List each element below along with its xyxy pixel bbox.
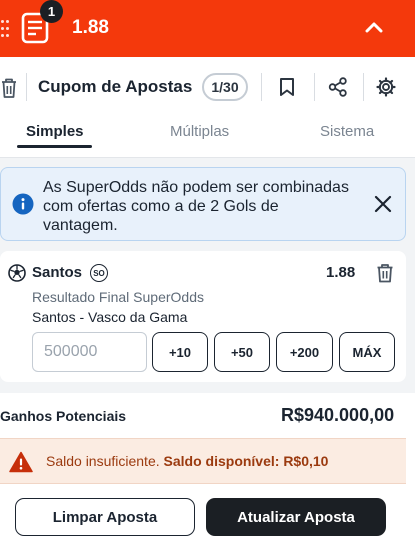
- selection-card: Santos SO 1.88 Resultado Final SuperOdds…: [0, 251, 406, 382]
- quick-stake-10-button[interactable]: +10: [152, 332, 208, 372]
- tab-sistema[interactable]: Sistema: [320, 123, 374, 140]
- divider: [363, 73, 364, 101]
- info-icon: [12, 193, 34, 215]
- close-icon[interactable]: [372, 193, 394, 215]
- potential-gains-label: Ganhos Potenciais: [0, 408, 127, 424]
- tab-multiplas[interactable]: Múltiplas: [170, 123, 229, 140]
- warning-message: Saldo insuficiente.: [46, 453, 160, 469]
- gear-icon[interactable]: [375, 76, 397, 98]
- selection-count-badge: 1: [40, 0, 63, 23]
- max-stake-button[interactable]: MÁX: [339, 332, 395, 372]
- trash-icon[interactable]: [0, 77, 18, 99]
- bookmark-icon[interactable]: [276, 76, 298, 98]
- selection-team: Santos: [32, 264, 83, 281]
- clear-bet-button[interactable]: Limpar Aposta: [15, 498, 195, 536]
- bet-slip-bar[interactable]: 1 1.88: [0, 0, 415, 57]
- divider: [314, 73, 315, 101]
- share-icon[interactable]: [327, 76, 349, 98]
- bet-summary: Ganhos Potenciais R$940.000,00 Saldo ins…: [0, 393, 415, 559]
- selection-market: Resultado Final SuperOdds: [32, 289, 204, 305]
- chevron-up-icon[interactable]: [362, 16, 386, 40]
- selection-event: Santos - Vasco da Gama: [32, 309, 188, 325]
- trash-icon[interactable]: [376, 263, 394, 283]
- active-tab-indicator: [17, 145, 92, 148]
- info-notice: As SuperOdds não podem ser combinadas co…: [0, 167, 406, 241]
- drag-handle-icon[interactable]: [0, 19, 10, 39]
- page-title: Cupom de Apostas: [38, 77, 193, 96]
- stake-input[interactable]: [32, 332, 147, 372]
- tab-simples[interactable]: Simples: [26, 123, 84, 140]
- quick-stake-50-button[interactable]: +50: [214, 332, 270, 372]
- divider: [261, 73, 262, 101]
- divider: [26, 73, 27, 101]
- bet-slip-header: Cupom de Apostas 1/30 Simples Múltiplas …: [0, 57, 415, 158]
- selection-counter: 1/30: [202, 73, 248, 101]
- potential-gains-value: R$940.000,00: [281, 405, 395, 425]
- update-bet-button[interactable]: Atualizar Aposta: [206, 498, 386, 536]
- insufficient-balance-warning: Saldo insuficiente. Saldo disponível: R$…: [0, 438, 406, 484]
- quick-stake-200-button[interactable]: +200: [276, 332, 333, 372]
- selection-odds: 1.88: [326, 264, 356, 281]
- available-balance: Saldo disponível: R$0,10: [163, 453, 329, 469]
- superodds-badge: SO: [90, 264, 108, 282]
- bet-type-tabs: Simples Múltiplas Sistema: [0, 119, 415, 157]
- soccer-ball-icon: [8, 264, 26, 282]
- info-message: As SuperOdds não podem ser combinadas co…: [43, 179, 349, 234]
- warning-text: Saldo insuficiente. Saldo disponível: R$…: [46, 453, 328, 469]
- warning-icon: [9, 451, 33, 473]
- total-odds: 1.88: [72, 17, 109, 38]
